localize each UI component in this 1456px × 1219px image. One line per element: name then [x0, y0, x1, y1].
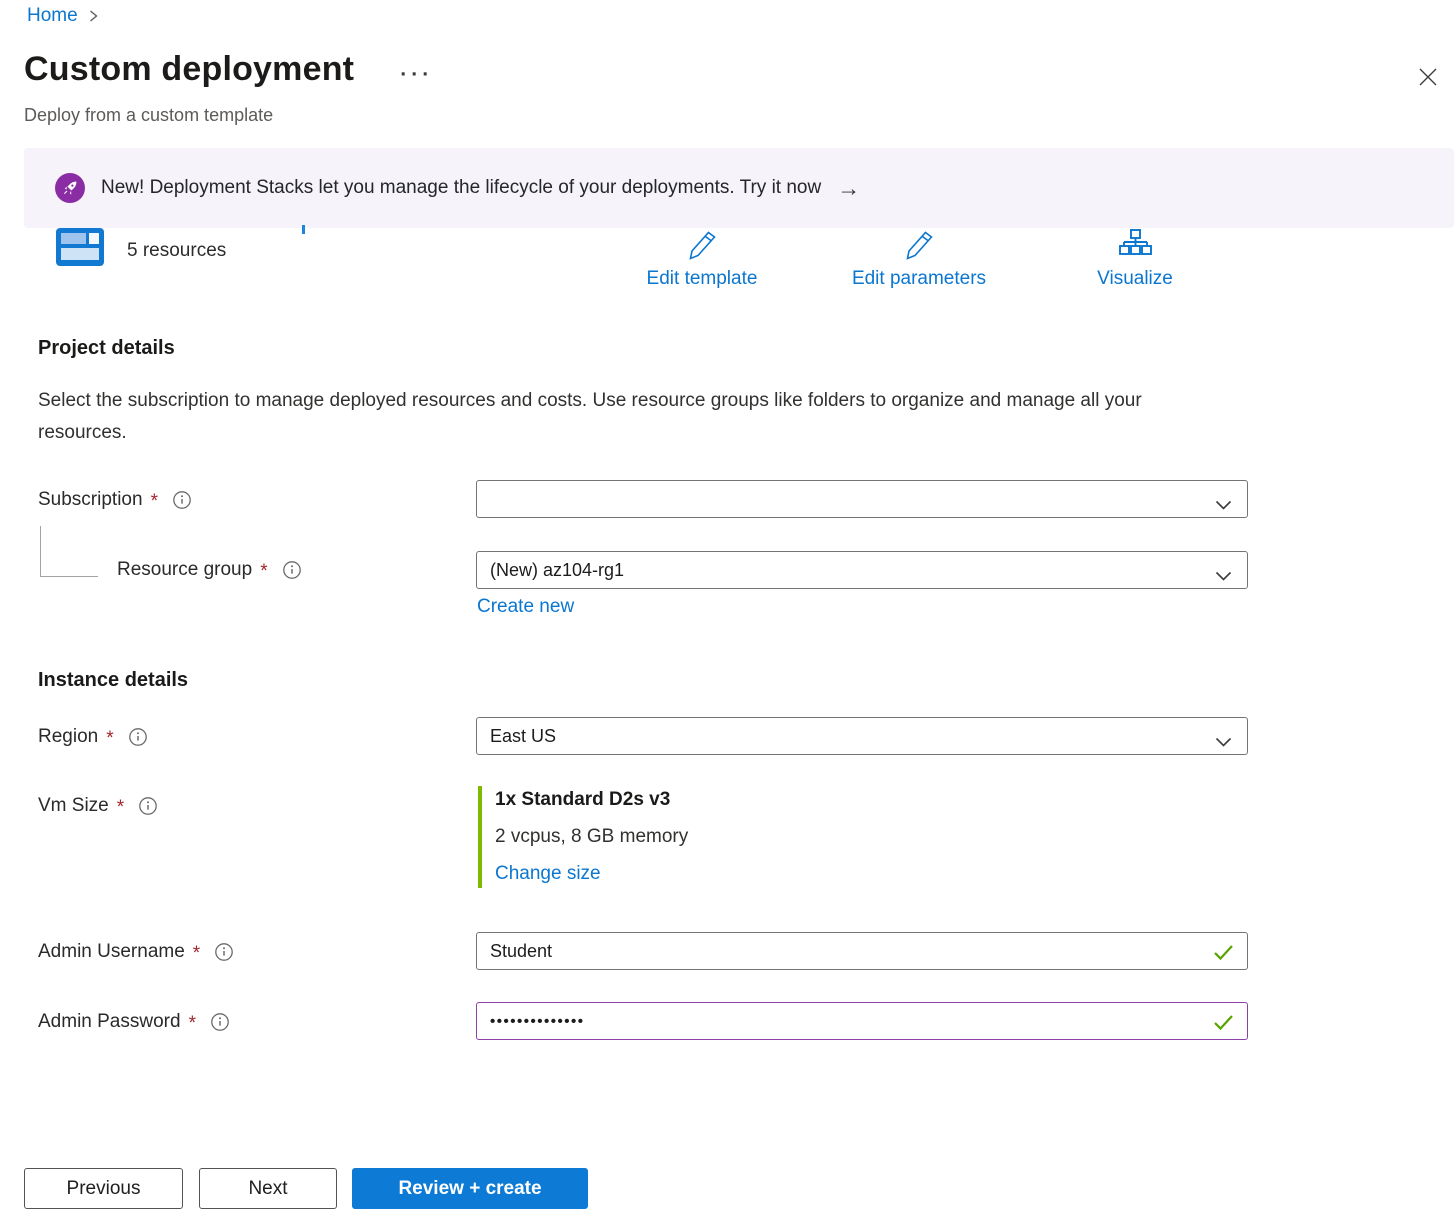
next-button[interactable]: Next — [199, 1168, 337, 1209]
field-connector-line — [40, 526, 41, 577]
banner-text: New! Deployment Stacks let you manage th… — [101, 177, 821, 199]
hierarchy-icon — [1118, 228, 1152, 265]
vm-size-label: Vm Size* — [38, 795, 158, 817]
close-icon[interactable] — [1411, 60, 1445, 94]
vm-size-detail: 2 vcpus, 8 GB memory — [495, 826, 688, 848]
required-marker: * — [151, 491, 158, 513]
vm-size-value: 1x Standard D2s v3 — [495, 789, 688, 811]
deployment-stacks-banner[interactable]: New! Deployment Stacks let you manage th… — [24, 148, 1454, 228]
edit-template-button[interactable]: Edit template — [612, 228, 792, 290]
required-marker: * — [106, 728, 113, 750]
info-icon[interactable] — [172, 490, 192, 510]
region-value: East US — [490, 726, 556, 747]
info-icon[interactable] — [210, 1012, 230, 1032]
required-marker: * — [193, 943, 200, 965]
admin-username-input[interactable] — [490, 941, 1207, 962]
create-new-link[interactable]: Create new — [477, 596, 574, 618]
admin-password-label: Admin Password* — [38, 1011, 230, 1033]
admin-username-field-wrapper — [476, 932, 1248, 970]
info-icon[interactable] — [138, 796, 158, 816]
chevron-down-icon — [1215, 732, 1232, 753]
page-subtitle: Deploy from a custom template — [24, 105, 273, 126]
region-label: Region* — [38, 726, 148, 748]
info-icon[interactable] — [282, 560, 302, 580]
field-connector-line — [40, 576, 98, 577]
required-marker: * — [260, 561, 267, 583]
breadcrumb: Home — [27, 5, 99, 27]
rocket-icon — [55, 173, 85, 203]
admin-username-label: Admin Username* — [38, 941, 234, 963]
template-icon — [56, 228, 104, 271]
resources-count: 5 resources — [127, 240, 226, 262]
resource-group-label: Resource group* — [117, 559, 302, 581]
chevron-right-icon — [88, 9, 99, 23]
pencil-icon — [902, 228, 936, 265]
required-marker: * — [117, 797, 124, 819]
info-icon[interactable] — [214, 942, 234, 962]
review-create-button[interactable]: Review + create — [352, 1168, 588, 1209]
edit-parameters-label: Edit parameters — [852, 268, 986, 290]
breadcrumb-home-link[interactable]: Home — [27, 5, 78, 27]
more-options-ellipsis[interactable]: ··· — [400, 53, 433, 87]
subscription-label: Subscription* — [38, 489, 192, 511]
resource-group-value: (New) az104-rg1 — [490, 560, 624, 581]
edit-template-label: Edit template — [647, 268, 758, 290]
change-size-link[interactable]: Change size — [495, 863, 688, 885]
admin-password-input[interactable] — [490, 1013, 1207, 1030]
valid-check-icon — [1213, 944, 1234, 966]
instance-details-heading: Instance details — [38, 669, 188, 692]
arrow-right-icon[interactable]: → — [837, 177, 860, 200]
edit-parameters-button[interactable]: Edit parameters — [829, 228, 1009, 290]
clipped-element-artifact — [302, 225, 305, 234]
admin-password-field-wrapper — [476, 1002, 1248, 1040]
info-icon[interactable] — [128, 727, 148, 747]
project-details-description: Select the subscription to manage deploy… — [38, 385, 1188, 449]
project-details-heading: Project details — [38, 337, 175, 360]
chevron-down-icon — [1215, 566, 1232, 587]
visualize-label: Visualize — [1097, 268, 1173, 290]
page-title: Custom deployment — [24, 50, 354, 89]
subscription-dropdown[interactable] — [476, 480, 1248, 518]
visualize-button[interactable]: Visualize — [1045, 228, 1225, 290]
region-dropdown[interactable]: East US — [476, 717, 1248, 755]
pencil-icon — [685, 228, 719, 265]
vm-size-summary: 1x Standard D2s v3 2 vcpus, 8 GB memory … — [478, 786, 688, 888]
required-marker: * — [189, 1013, 196, 1035]
valid-check-icon — [1213, 1014, 1234, 1036]
resource-group-dropdown[interactable]: (New) az104-rg1 — [476, 551, 1248, 589]
chevron-down-icon — [1215, 495, 1232, 516]
previous-button[interactable]: Previous — [24, 1168, 183, 1209]
